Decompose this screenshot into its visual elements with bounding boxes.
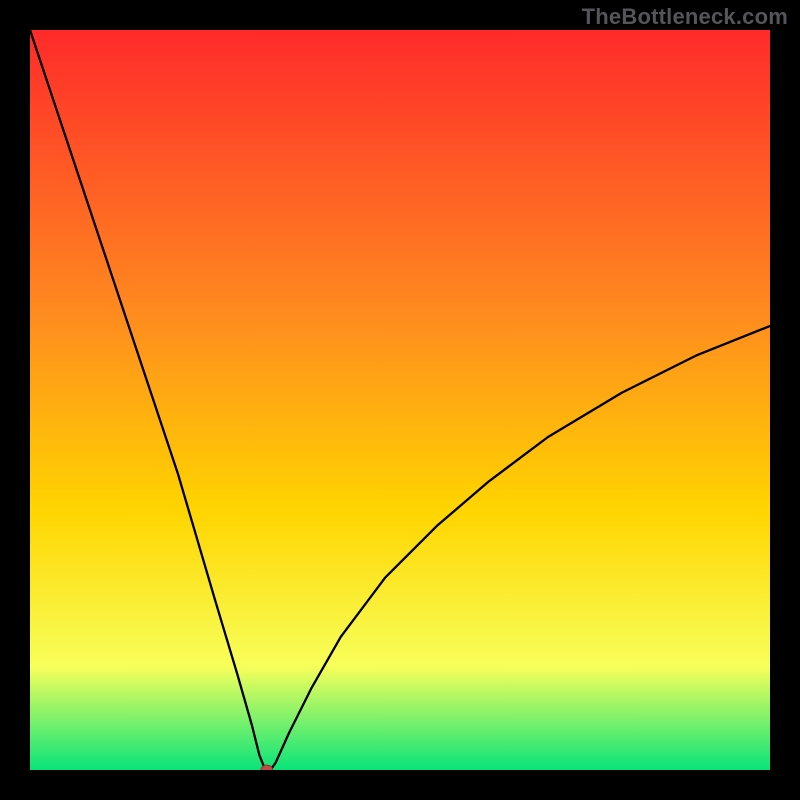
watermark-text: TheBottleneck.com	[582, 4, 788, 30]
gradient-background	[30, 30, 770, 770]
chart-svg	[30, 30, 770, 770]
chart-frame: TheBottleneck.com	[0, 0, 800, 800]
plot-area	[30, 30, 770, 770]
